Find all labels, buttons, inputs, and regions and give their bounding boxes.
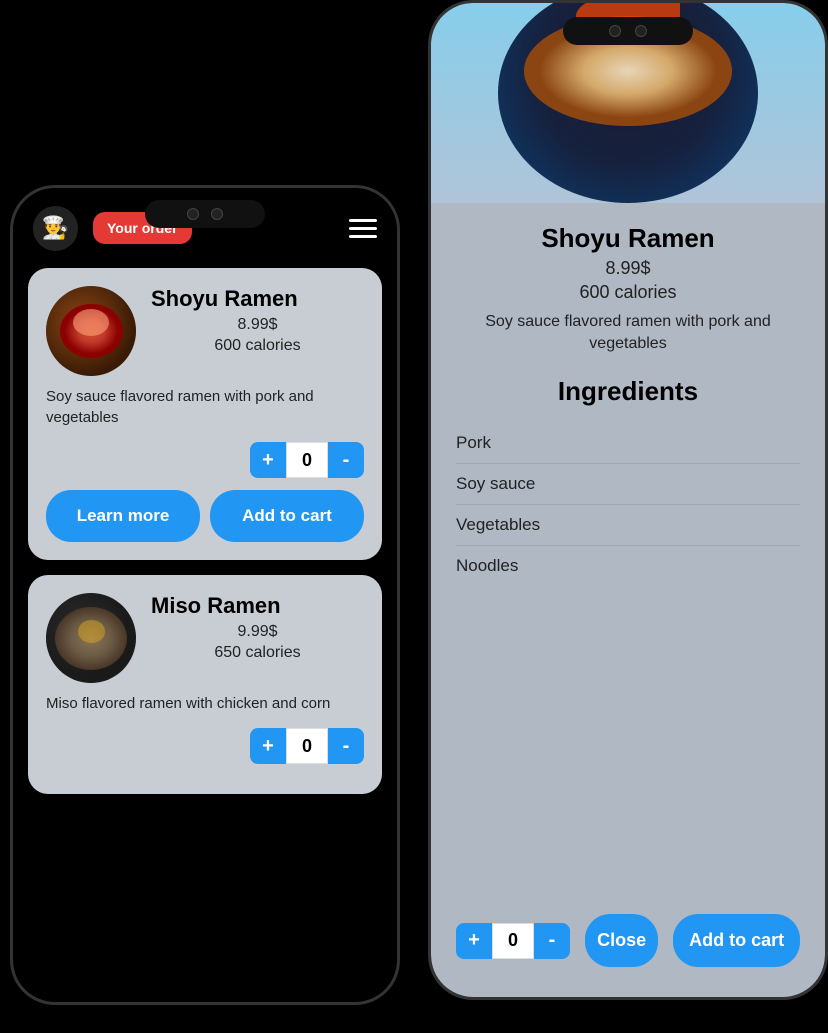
miso-ramen-info: Miso Ramen 9.99$ 650 calories: [151, 593, 364, 662]
card-top-miso: Miso Ramen 9.99$ 650 calories: [46, 593, 364, 683]
detail-add-to-cart-button[interactable]: Add to cart: [673, 914, 800, 967]
ingredient-soy-sauce: Soy sauce: [456, 464, 800, 505]
detail-content: Shoyu Ramen 8.99$ 600 calories Soy sauce…: [431, 203, 825, 606]
shoyu-qty-increase[interactable]: -: [328, 442, 364, 478]
detail-title: Shoyu Ramen: [456, 223, 800, 254]
detail-price: 8.99$: [456, 258, 800, 279]
left-phone: 👨‍🍳 Your order 0 Shoyu: [10, 185, 400, 1005]
miso-ramen-desc: Miso flavored ramen with chicken and cor…: [46, 693, 364, 714]
card-top: Shoyu Ramen 8.99$ 600 calories: [46, 286, 364, 376]
right-phone: Shoyu Ramen 8.99$ 600 calories Soy sauce…: [428, 0, 828, 1000]
detail-qty-increase[interactable]: -: [534, 923, 570, 959]
miso-ramen-price: 9.99$: [151, 623, 364, 641]
shoyu-ramen-title: Shoyu Ramen: [151, 286, 364, 312]
miso-ramen-card: Miso Ramen 9.99$ 650 calories Miso flavo…: [28, 575, 382, 794]
miso-bowl-visual: [46, 593, 136, 683]
detail-description: Soy sauce flavored ramen with pork and v…: [456, 311, 800, 356]
shoyu-ramen-image: [46, 286, 136, 376]
notch-right-camera: [609, 25, 621, 37]
ingredient-pork: Pork: [456, 423, 800, 464]
notch-right: [563, 17, 693, 45]
shoyu-ramen-info: Shoyu Ramen 8.99$ 600 calories: [151, 286, 364, 355]
shoyu-add-to-cart-button[interactable]: Add to cart: [210, 490, 364, 542]
detail-qty-controls: + 0 -: [456, 923, 570, 959]
ingredients-heading: Ingredients: [456, 376, 800, 407]
menu-icon[interactable]: [349, 219, 377, 238]
miso-ramen-image: [46, 593, 136, 683]
shoyu-qty-decrease[interactable]: +: [250, 442, 286, 478]
miso-qty-increase[interactable]: -: [328, 728, 364, 764]
shoyu-ramen-desc: Soy sauce flavored ramen with pork and v…: [46, 386, 364, 428]
notch-sensor: [211, 208, 223, 220]
detail-qty-value: 0: [492, 923, 534, 959]
miso-qty-controls: + 0 -: [46, 728, 364, 764]
detail-calories: 600 calories: [456, 282, 800, 303]
notch-right-sensor: [635, 25, 647, 37]
ingredient-noodles: Noodles: [456, 546, 800, 586]
notch-left: [145, 200, 265, 228]
miso-ramen-title: Miso Ramen: [151, 593, 364, 619]
shoyu-ramen-calories: 600 calories: [151, 337, 364, 355]
detail-footer: + 0 - Close Add to cart: [431, 914, 825, 967]
shoyu-bowl-visual: [46, 286, 136, 376]
miso-qty-value: 0: [286, 728, 328, 764]
shoyu-learn-more-button[interactable]: Learn more: [46, 490, 200, 542]
notch-camera: [187, 208, 199, 220]
ingredient-vegetables: Vegetables: [456, 505, 800, 546]
shoyu-card-buttons: Learn more Add to cart: [46, 490, 364, 542]
shoyu-qty-value: 0: [286, 442, 328, 478]
shoyu-ramen-price: 8.99$: [151, 316, 364, 334]
right-phone-screen: Shoyu Ramen 8.99$ 600 calories Soy sauce…: [431, 3, 825, 997]
scroll-content: Shoyu Ramen 8.99$ 600 calories Soy sauce…: [13, 258, 397, 1002]
left-phone-screen: 👨‍🍳 Your order 0 Shoyu: [13, 188, 397, 1002]
logo: 👨‍🍳: [33, 206, 78, 251]
shoyu-ramen-card: Shoyu Ramen 8.99$ 600 calories Soy sauce…: [28, 268, 382, 560]
chef-icon: 👨‍🍳: [42, 215, 69, 241]
miso-ramen-calories: 650 calories: [151, 644, 364, 662]
miso-qty-decrease[interactable]: +: [250, 728, 286, 764]
detail-qty-decrease[interactable]: +: [456, 923, 492, 959]
shoyu-qty-controls: + 0 -: [46, 442, 364, 478]
detail-close-button[interactable]: Close: [585, 914, 658, 967]
